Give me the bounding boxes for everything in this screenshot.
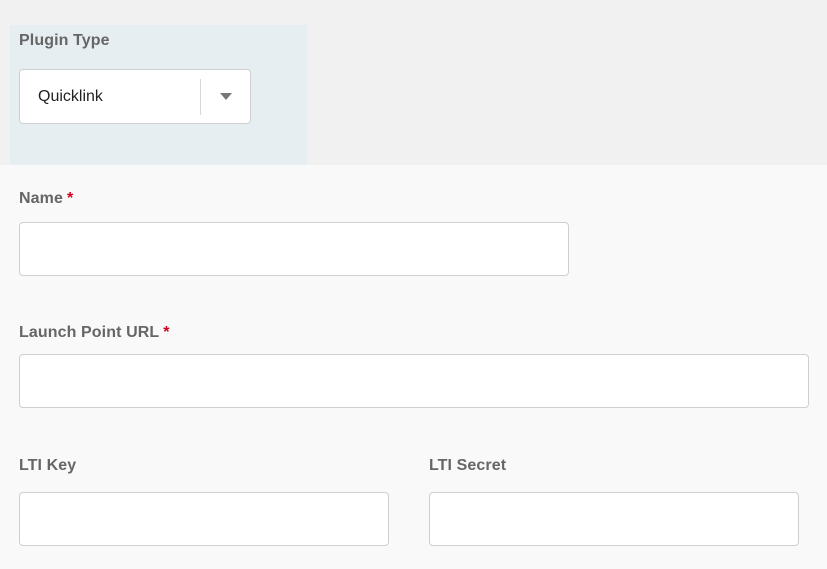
plugin-type-selected-value: Quicklink [38,87,103,105]
lti-secret-label: LTI Secret [429,457,507,474]
name-input[interactable] [19,222,569,276]
lti-secret-input[interactable] [429,492,799,546]
select-divider [200,79,201,115]
plugin-type-select[interactable]: Quicklink [19,69,251,124]
name-label-row: Name * [19,190,73,208]
lti-key-input[interactable] [19,492,389,546]
plugin-type-label: Plugin Type [19,32,110,49]
lti-key-label: LTI Key [19,457,77,474]
name-label: Name [19,190,63,207]
launch-url-label-row: Launch Point URL * [19,324,170,342]
chevron-down-icon[interactable] [220,93,232,100]
launch-url-label: Launch Point URL [19,324,160,341]
launch-url-required-marker: * [163,324,170,341]
launch-url-input[interactable] [19,354,809,408]
plugin-form: Plugin Type Quicklink Name * Launch Point… [0,0,827,569]
name-required-marker: * [66,190,74,207]
